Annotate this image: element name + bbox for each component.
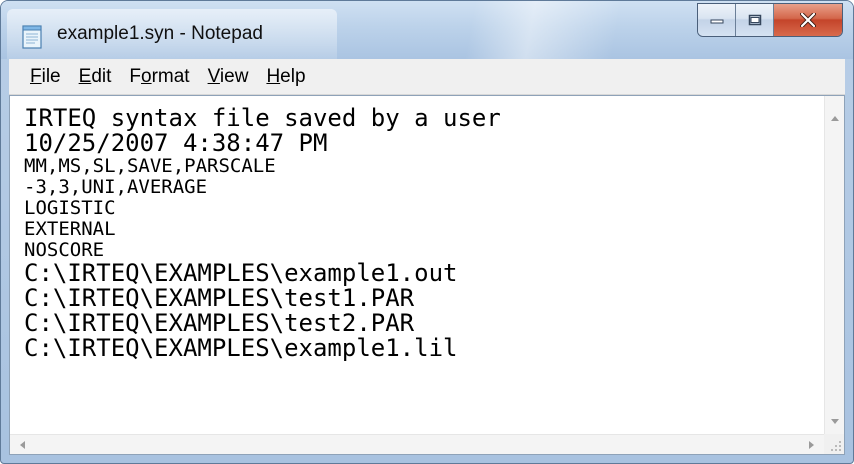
vertical-scrollbar[interactable] — [824, 96, 844, 434]
minimize-icon — [710, 19, 723, 24]
menu-file[interactable]: File — [21, 62, 70, 92]
scroll-down-arrow-icon[interactable] — [831, 419, 839, 424]
menu-help-mnemonic: H — [266, 65, 281, 87]
close-icon — [800, 13, 816, 27]
menu-format-label: rmat — [151, 65, 190, 87]
size-grip-icon — [831, 441, 841, 451]
text-line: IRTEQ syntax file saved by a user — [24, 104, 501, 132]
close-button[interactable] — [774, 4, 842, 36]
editor-area[interactable]: IRTEQ syntax file saved by a user 10/25/… — [9, 95, 845, 455]
scroll-left-arrow-icon[interactable] — [20, 441, 25, 449]
notepad-window: example1.syn - Notepad File Edit Format … — [0, 0, 854, 464]
text-line: C:\IRTEQ\EXAMPLES\test1.PAR — [24, 284, 415, 312]
menu-format-mnemonic: o — [141, 65, 152, 87]
text-content[interactable]: IRTEQ syntax file saved by a user 10/25/… — [10, 96, 824, 434]
scroll-up-arrow-icon[interactable] — [831, 116, 839, 121]
menu-format-prefix: F — [129, 65, 141, 87]
caption-buttons — [697, 3, 843, 37]
size-grip[interactable] — [824, 434, 844, 454]
menu-view[interactable]: View — [199, 62, 258, 92]
minimize-button[interactable] — [698, 4, 736, 36]
text-line: EXTERNAL — [24, 218, 116, 240]
menu-format[interactable]: Format — [120, 62, 198, 92]
text-line: -3,3,UNI,AVERAGE — [24, 176, 208, 198]
notepad-icon[interactable] — [21, 23, 43, 49]
menu-help-label: elp — [280, 65, 306, 87]
menu-edit-mnemonic: E — [78, 65, 92, 87]
menu-edit[interactable]: Edit — [70, 62, 121, 92]
menu-view-label: iew — [219, 65, 249, 87]
text-line: LOGISTIC — [24, 197, 116, 219]
maximize-icon — [748, 14, 761, 26]
text-line: C:\IRTEQ\EXAMPLES\example1.lil — [24, 334, 458, 362]
menu-bar: File Edit Format View Help — [9, 59, 845, 95]
scroll-right-arrow-icon[interactable] — [809, 441, 814, 449]
menu-file-label: ile — [41, 65, 61, 87]
menu-help[interactable]: Help — [257, 62, 314, 92]
title-bar[interactable]: example1.syn - Notepad — [1, 1, 853, 59]
text-line: C:\IRTEQ\EXAMPLES\example1.out — [24, 259, 458, 287]
menu-file-mnemonic: F — [30, 65, 42, 87]
menu-view-mnemonic: V — [207, 65, 220, 87]
maximize-button[interactable] — [736, 4, 774, 36]
text-line: 10/25/2007 4:38:47 PM — [24, 129, 328, 157]
text-line: NOSCORE — [24, 239, 105, 261]
horizontal-scrollbar[interactable] — [10, 434, 824, 454]
text-line: MM,MS,SL,SAVE,PARSCALE — [24, 155, 276, 177]
window-title: example1.syn - Notepad — [57, 23, 263, 44]
menu-edit-label: dit — [91, 65, 112, 87]
text-line: C:\IRTEQ\EXAMPLES\test2.PAR — [24, 309, 415, 337]
